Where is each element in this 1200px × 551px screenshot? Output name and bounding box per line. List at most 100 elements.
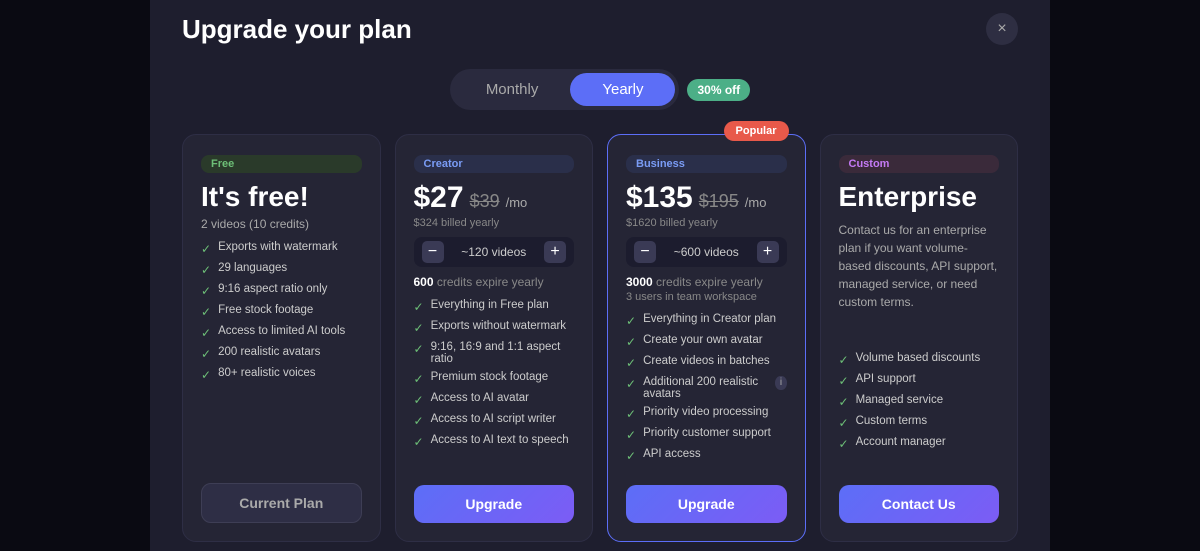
list-item: ✓9:16, 16:9 and 1:1 aspect ratio	[414, 341, 575, 365]
list-item: ✓Free stock footage	[201, 304, 362, 319]
check-icon: ✓	[201, 326, 211, 340]
current-plan-button[interactable]: Current Plan	[201, 483, 362, 523]
list-item: ✓9:16 aspect ratio only	[201, 283, 362, 298]
check-icon: ✓	[626, 356, 636, 370]
creator-credits: 600 credits expire yearly	[414, 275, 575, 289]
check-icon: ✓	[626, 428, 636, 442]
creator-price-per: /mo	[506, 195, 528, 210]
list-item: ✓29 languages	[201, 262, 362, 277]
check-icon: ✓	[414, 393, 424, 407]
creator-qty-label: ~120 videos	[461, 245, 526, 259]
check-icon: ✓	[414, 300, 424, 314]
list-item: ✓Access to AI text to speech	[414, 434, 575, 449]
monthly-toggle[interactable]: Monthly	[454, 73, 571, 106]
custom-feature-list: ✓Volume based discounts ✓API support ✓Ma…	[839, 352, 1000, 469]
list-item: ✓Additional 200 realistic avatarsi	[626, 376, 787, 400]
modal-overlay: Upgrade your plan × Monthly Yearly 30% o…	[0, 0, 1200, 551]
plans-grid: Free It's free! 2 videos (10 credits) ✓E…	[182, 134, 1018, 542]
check-icon: ✓	[839, 437, 849, 451]
toggle-wrap: Monthly Yearly	[450, 69, 680, 110]
creator-quantity-row: − ~120 videos +	[414, 237, 575, 267]
plan-badge-creator: Creator	[414, 155, 575, 173]
list-item: ✓Create videos in batches	[626, 355, 787, 370]
creator-qty-plus[interactable]: +	[544, 241, 566, 263]
list-item: ✓Exports with watermark	[201, 241, 362, 256]
business-qty-plus[interactable]: +	[757, 241, 779, 263]
business-billed: $1620 billed yearly	[626, 217, 787, 229]
plan-name-free: It's free!	[201, 181, 362, 213]
check-icon: ✓	[839, 395, 849, 409]
list-item: ✓Premium stock footage	[414, 371, 575, 386]
creator-credits-expire: credits	[437, 275, 476, 289]
check-icon: ✓	[839, 374, 849, 388]
billing-toggle: Monthly Yearly 30% off	[182, 69, 1018, 110]
check-icon: ✓	[414, 435, 424, 449]
info-icon: i	[775, 376, 786, 390]
creator-qty-minus[interactable]: −	[422, 241, 444, 263]
list-item: ✓Access to AI avatar	[414, 392, 575, 407]
list-item: ✓Everything in Free plan	[414, 299, 575, 314]
check-icon: ✓	[201, 305, 211, 319]
creator-upgrade-button[interactable]: Upgrade	[414, 485, 575, 523]
creator-price: $27	[414, 181, 464, 215]
business-price-per: /mo	[745, 195, 767, 210]
check-icon: ✓	[626, 314, 636, 328]
list-item: ✓Custom terms	[839, 415, 1000, 430]
check-icon: ✓	[201, 347, 211, 361]
enterprise-description: Contact us for an enterprise plan if you…	[839, 221, 1000, 338]
business-price-row: $135 $195 /mo	[626, 181, 787, 215]
check-icon: ✓	[626, 407, 636, 421]
list-item: ✓Managed service	[839, 394, 1000, 409]
close-button[interactable]: ×	[986, 13, 1018, 45]
check-icon: ✓	[414, 342, 424, 356]
check-icon: ✓	[201, 368, 211, 382]
business-feature-list: ✓Everything in Creator plan ✓Create your…	[626, 313, 787, 469]
business-qty-minus[interactable]: −	[634, 241, 656, 263]
check-icon: ✓	[414, 372, 424, 386]
list-item: ✓Exports without watermark	[414, 320, 575, 335]
list-item: ✓Volume based discounts	[839, 352, 1000, 367]
business-qty-label: ~600 videos	[674, 245, 739, 259]
creator-feature-list: ✓Everything in Free plan ✓Exports withou…	[414, 299, 575, 469]
plan-card-custom: Custom Enterprise Contact us for an ente…	[820, 134, 1019, 542]
plan-card-free: Free It's free! 2 videos (10 credits) ✓E…	[182, 134, 381, 542]
modal-header: Upgrade your plan ×	[182, 13, 1018, 45]
check-icon: ✓	[839, 353, 849, 367]
business-price: $135	[626, 181, 693, 215]
creator-price-old: $39	[470, 191, 500, 212]
business-credits: 3000 credits expire yearly 3 users in te…	[626, 275, 787, 303]
free-videos-label: 2 videos (10 credits)	[201, 217, 362, 231]
check-icon: ✓	[626, 449, 636, 463]
list-item: ✓API access	[626, 448, 787, 463]
creator-price-row: $27 $39 /mo	[414, 181, 575, 215]
contact-us-button[interactable]: Contact Us	[839, 485, 1000, 523]
list-item: ✓Priority video processing	[626, 406, 787, 421]
list-item: ✓80+ realistic voices	[201, 367, 362, 382]
check-icon: ✓	[201, 242, 211, 256]
check-icon: ✓	[839, 416, 849, 430]
popular-badge: Popular	[724, 121, 789, 141]
upgrade-modal: Upgrade your plan × Monthly Yearly 30% o…	[150, 0, 1050, 551]
creator-billed: $324 billed yearly	[414, 217, 575, 229]
check-icon: ✓	[414, 321, 424, 335]
business-price-old: $195	[699, 191, 739, 212]
enterprise-title: Enterprise	[839, 181, 1000, 213]
list-item: ✓200 realistic avatars	[201, 346, 362, 361]
list-item: ✓Priority customer support	[626, 427, 787, 442]
list-item: ✓Account manager	[839, 436, 1000, 451]
list-item: ✓API support	[839, 373, 1000, 388]
check-icon: ✓	[201, 263, 211, 277]
plan-card-business: Popular Business $135 $195 /mo $1620 bil…	[607, 134, 806, 542]
check-icon: ✓	[626, 377, 636, 391]
list-item: ✓Access to limited AI tools	[201, 325, 362, 340]
plan-card-creator: Creator $27 $39 /mo $324 billed yearly −…	[395, 134, 594, 542]
plan-badge-free: Free	[201, 155, 362, 173]
business-upgrade-button[interactable]: Upgrade	[626, 485, 787, 523]
plan-badge-custom: Custom	[839, 155, 1000, 173]
discount-badge: 30% off	[687, 79, 750, 101]
free-feature-list: ✓Exports with watermark ✓29 languages ✓9…	[201, 241, 362, 467]
yearly-toggle[interactable]: Yearly	[570, 73, 675, 106]
plan-badge-business: Business	[626, 155, 787, 173]
check-icon: ✓	[201, 284, 211, 298]
check-icon: ✓	[414, 414, 424, 428]
